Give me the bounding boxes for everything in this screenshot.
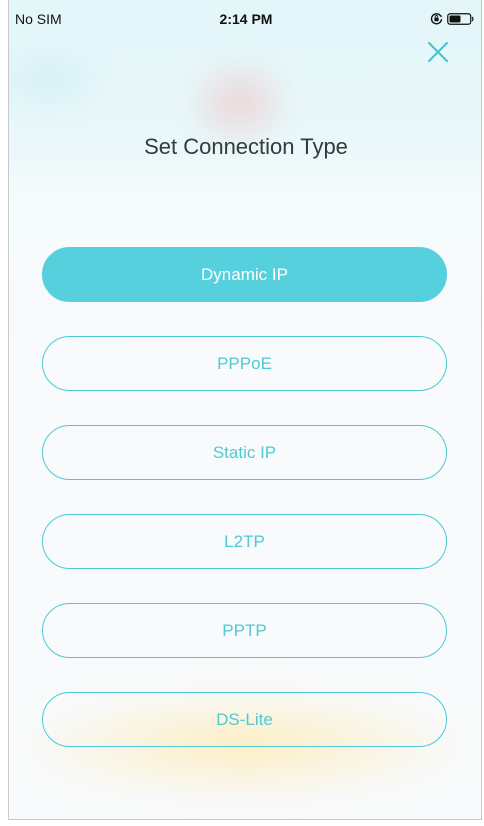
option-l2tp[interactable]: L2TP xyxy=(42,514,447,569)
option-dynamic-ip[interactable]: Dynamic IP xyxy=(42,247,447,302)
app-screen: No SIM 2:14 PM Set Connection Type Dynam… xyxy=(8,0,482,820)
option-static-ip[interactable]: Static IP xyxy=(42,425,447,480)
close-icon xyxy=(428,42,448,62)
battery-icon xyxy=(447,13,474,25)
option-pptp[interactable]: PPTP xyxy=(42,603,447,658)
option-pppoe[interactable]: PPPoE xyxy=(42,336,447,391)
close-button[interactable] xyxy=(422,36,454,68)
page-title: Set Connection Type xyxy=(144,134,348,159)
connection-type-list: Dynamic IP PPPoE Static IP L2TP PPTP DS-… xyxy=(42,247,447,781)
background-glow-left xyxy=(9,40,109,120)
orientation-lock-icon xyxy=(430,13,443,25)
status-time: 2:14 PM xyxy=(219,11,273,27)
status-bar: No SIM 2:14 PM xyxy=(9,0,481,34)
option-ds-lite[interactable]: DS-Lite xyxy=(42,692,447,747)
